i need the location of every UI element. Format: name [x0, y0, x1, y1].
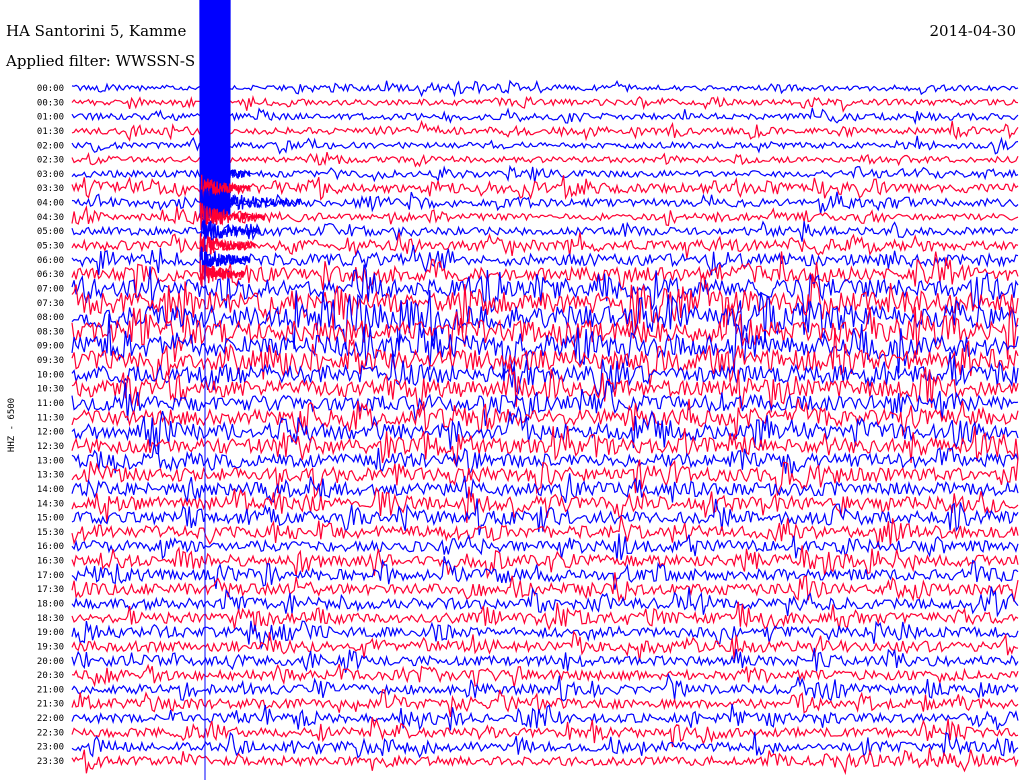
row-label: 10:00	[37, 370, 64, 380]
trace-row-2000	[71, 647, 1019, 673]
row-label: 21:00	[37, 685, 64, 695]
row-label: 12:00	[37, 428, 64, 438]
row-label: 13:00	[37, 456, 64, 466]
trace-row-1800	[71, 586, 1019, 618]
row-label: 11:30	[37, 413, 64, 423]
trace-row-2130	[71, 689, 1019, 718]
row-label: 10:30	[37, 385, 64, 395]
trace-row-2030	[71, 663, 1019, 688]
trace-row-1000	[71, 350, 1019, 398]
row-label: 02:00	[37, 141, 64, 151]
trace-row-0800	[71, 290, 1019, 352]
row-label: 18:00	[37, 600, 64, 610]
row-label: 01:30	[37, 127, 64, 137]
row-label: 23:00	[37, 743, 64, 753]
row-label: 14:30	[37, 499, 64, 509]
row-label: 05:00	[37, 227, 64, 237]
row-label: 09:00	[37, 342, 64, 352]
row-label: 15:30	[37, 528, 64, 538]
row-label: 00:00	[37, 84, 64, 94]
row-label: 07:30	[37, 299, 64, 309]
row-label-group: 00:00 00:30 01:00 01:30 02:00 02:30 03:00 03:30…	[37, 84, 64, 767]
row-label: 01:00	[37, 113, 64, 123]
row-label: 03:30	[37, 184, 64, 194]
row-label: 09:30	[37, 356, 64, 366]
row-label: 11:00	[37, 399, 64, 409]
row-label: 04:00	[37, 199, 64, 209]
row-label: 13:30	[37, 471, 64, 481]
row-label: 20:00	[37, 657, 64, 667]
row-label: 08:30	[37, 327, 64, 337]
row-label: 05:30	[37, 242, 64, 252]
row-label: 17:00	[37, 571, 64, 581]
row-label: 20:30	[37, 671, 64, 681]
date-label: 2014-04-30	[930, 22, 1016, 40]
row-label: 04:30	[37, 213, 64, 223]
row-label: 06:00	[37, 256, 64, 266]
row-label: 02:30	[37, 156, 64, 166]
y-axis-label: HHZ - 6500	[7, 398, 17, 452]
row-label: 22:00	[37, 714, 64, 724]
row-label: 14:00	[37, 485, 64, 495]
row-label: 06:30	[37, 270, 64, 280]
filter-label: Applied filter: WWSSN-S	[5, 52, 195, 70]
station-title: HA Santorini 5, Kamme	[6, 22, 186, 40]
row-label: 21:30	[37, 700, 64, 710]
row-label: 16:00	[37, 542, 64, 552]
row-label: 15:00	[37, 514, 64, 524]
row-label: 19:00	[37, 628, 64, 638]
row-label: 03:00	[37, 170, 64, 180]
row-label: 22:30	[37, 728, 64, 738]
row-label: 19:30	[37, 642, 64, 652]
row-label: 12:30	[37, 442, 64, 452]
row-label: 17:30	[37, 585, 64, 595]
row-label: 00:30	[37, 98, 64, 108]
row-label: 08:00	[37, 313, 64, 323]
row-label: 23:30	[37, 757, 64, 767]
row-label: 07:00	[37, 285, 64, 295]
row-label: 16:30	[37, 557, 64, 567]
helicorder-plot: HA Santorini 5, Kamme Applied filter: WW…	[5, 0, 1019, 780]
row-label: 18:30	[37, 614, 64, 624]
